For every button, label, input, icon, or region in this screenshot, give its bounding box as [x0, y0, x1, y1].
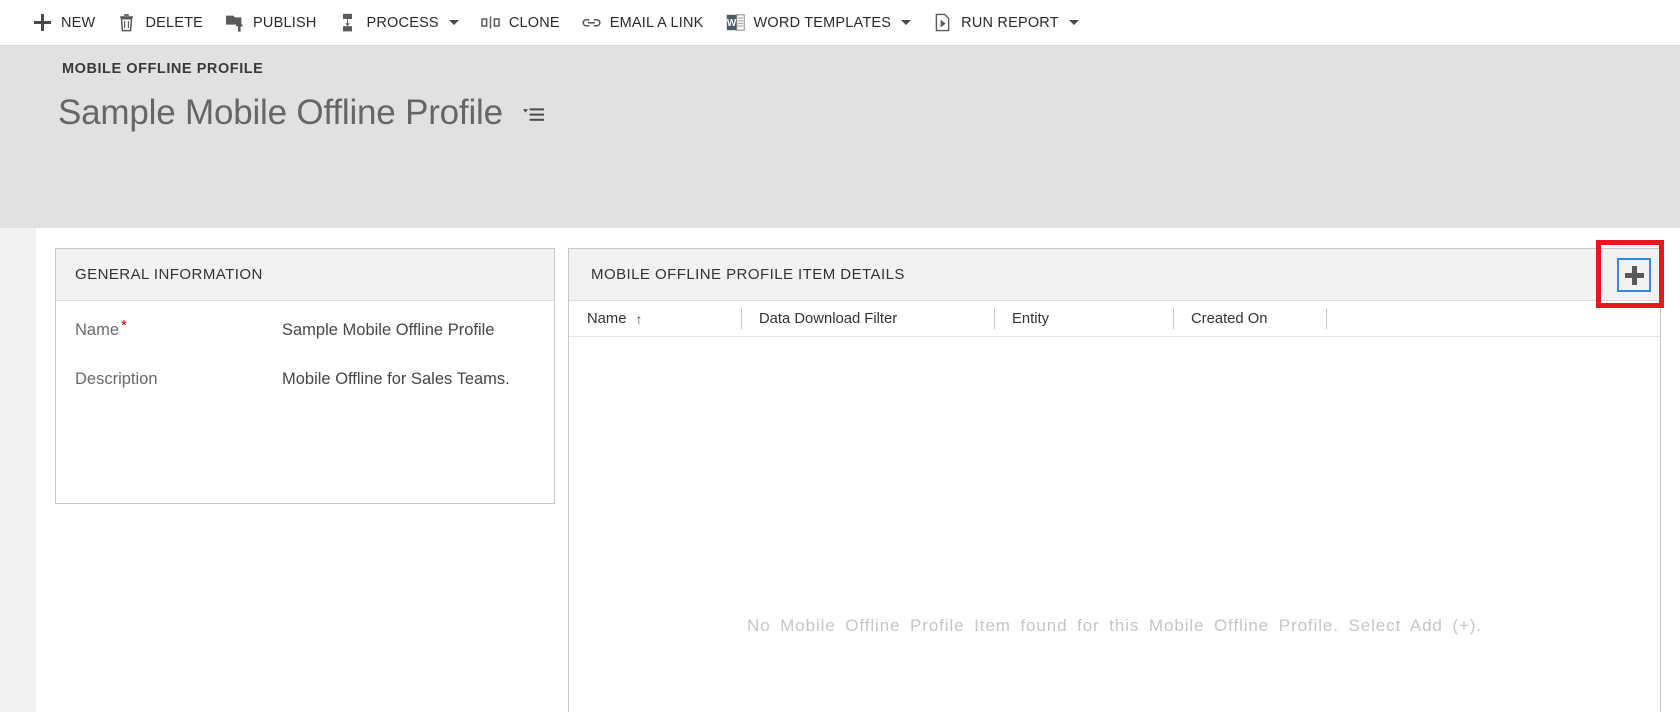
run-report-icon	[933, 13, 952, 32]
process-button[interactable]: PROCESS	[328, 0, 470, 46]
run-report-button[interactable]: RUN REPORT	[922, 0, 1090, 46]
column-header-entity[interactable]: Entity	[994, 301, 1173, 337]
link-icon	[582, 13, 601, 32]
name-field-label-text: Name	[75, 321, 120, 339]
form-content-area: GENERAL INFORMATION Name * Sample Mobile …	[36, 228, 1680, 712]
email-a-link-button-label: EMAIL A LINK	[609, 14, 704, 31]
column-header-data-download-filter[interactable]: Data Download Filter	[741, 301, 994, 337]
clone-icon	[481, 13, 500, 32]
column-header-created-on[interactable]: Created On	[1173, 301, 1326, 337]
trash-icon	[117, 13, 136, 32]
general-information-section: GENERAL INFORMATION Name * Sample Mobile …	[55, 248, 555, 504]
subgrid-title: MOBILE OFFLINE PROFILE ITEM DETAILS	[591, 266, 905, 283]
column-header-name[interactable]: Name ↑	[569, 301, 741, 337]
column-header-created-on-label: Created On	[1191, 310, 1268, 327]
clone-button-label: CLONE	[508, 14, 560, 31]
command-bar: NEW DELETE PUBLISH PROCESS CLONE EMAIL A…	[0, 0, 1680, 46]
description-field-value[interactable]: Mobile Offline for Sales Teams.	[282, 370, 510, 389]
new-button[interactable]: NEW	[22, 0, 106, 46]
breadcrumb: MOBILE OFFLINE PROFILE	[62, 61, 264, 77]
word-templates-button-label: WORD TEMPLATES	[753, 14, 892, 31]
word-templates-button[interactable]: W WORD TEMPLATES	[715, 0, 923, 46]
field-row-name: Name * Sample Mobile Offline Profile	[56, 317, 554, 370]
subgrid-body: No Mobile Offline Profile Item found for…	[569, 337, 1660, 712]
run-report-button-label: RUN REPORT	[961, 14, 1059, 31]
delete-button-label: DELETE	[145, 14, 204, 31]
field-row-description: Description Mobile Offline for Sales Tea…	[56, 370, 554, 419]
general-information-body: Name * Sample Mobile Offline Profile Desc…	[56, 301, 554, 419]
plus-icon	[33, 13, 52, 32]
required-indicator-icon: *	[121, 317, 127, 334]
name-field-label: Name *	[75, 317, 282, 340]
left-rail-strip	[0, 228, 36, 712]
process-button-label: PROCESS	[366, 14, 439, 31]
chevron-down-icon[interactable]	[901, 20, 912, 25]
column-header-entity-label: Entity	[1012, 310, 1050, 327]
plus-icon	[1624, 265, 1644, 285]
sort-ascending-icon: ↑	[635, 310, 643, 327]
publish-button[interactable]: PUBLISH	[214, 0, 327, 46]
word-document-icon: W	[726, 13, 745, 32]
description-field-label: Description	[75, 370, 158, 388]
subgrid-header: MOBILE OFFLINE PROFILE ITEM DETAILS	[569, 249, 1660, 301]
email-a-link-button[interactable]: EMAIL A LINK	[571, 0, 715, 46]
record-title-row: Sample Mobile Offline Profile	[58, 90, 545, 136]
add-record-button[interactable]	[1617, 258, 1651, 292]
subgrid-empty-state: No Mobile Offline Profile Item found for…	[569, 337, 1660, 712]
general-information-title: GENERAL INFORMATION	[75, 266, 263, 283]
new-button-label: NEW	[61, 14, 96, 31]
publish-button-label: PUBLISH	[253, 14, 317, 31]
process-icon	[339, 13, 358, 32]
clone-button[interactable]: CLONE	[470, 0, 571, 46]
publish-icon	[225, 13, 244, 32]
svg-text:W: W	[726, 18, 736, 29]
chevron-down-icon[interactable]	[1068, 20, 1079, 25]
column-header-data-download-filter-label: Data Download Filter	[759, 310, 898, 327]
subgrid-column-headers: Name ↑ Data Download Filter Entity Creat…	[569, 301, 1660, 337]
delete-button[interactable]: DELETE	[106, 0, 214, 46]
general-information-header: GENERAL INFORMATION	[56, 249, 554, 301]
page-title: Sample Mobile Offline Profile	[58, 93, 503, 132]
record-set-navigator-icon[interactable]	[522, 105, 545, 127]
name-field-value[interactable]: Sample Mobile Offline Profile	[282, 321, 494, 340]
chevron-down-icon[interactable]	[448, 20, 459, 25]
subgrid-empty-message: No Mobile Offline Profile Item found for…	[747, 615, 1482, 635]
column-header-spacer[interactable]	[1326, 301, 1660, 337]
column-header-name-label: Name	[587, 310, 627, 327]
mobile-offline-profile-item-details-subgrid: MOBILE OFFLINE PROFILE ITEM DETAILS Name…	[568, 248, 1661, 712]
